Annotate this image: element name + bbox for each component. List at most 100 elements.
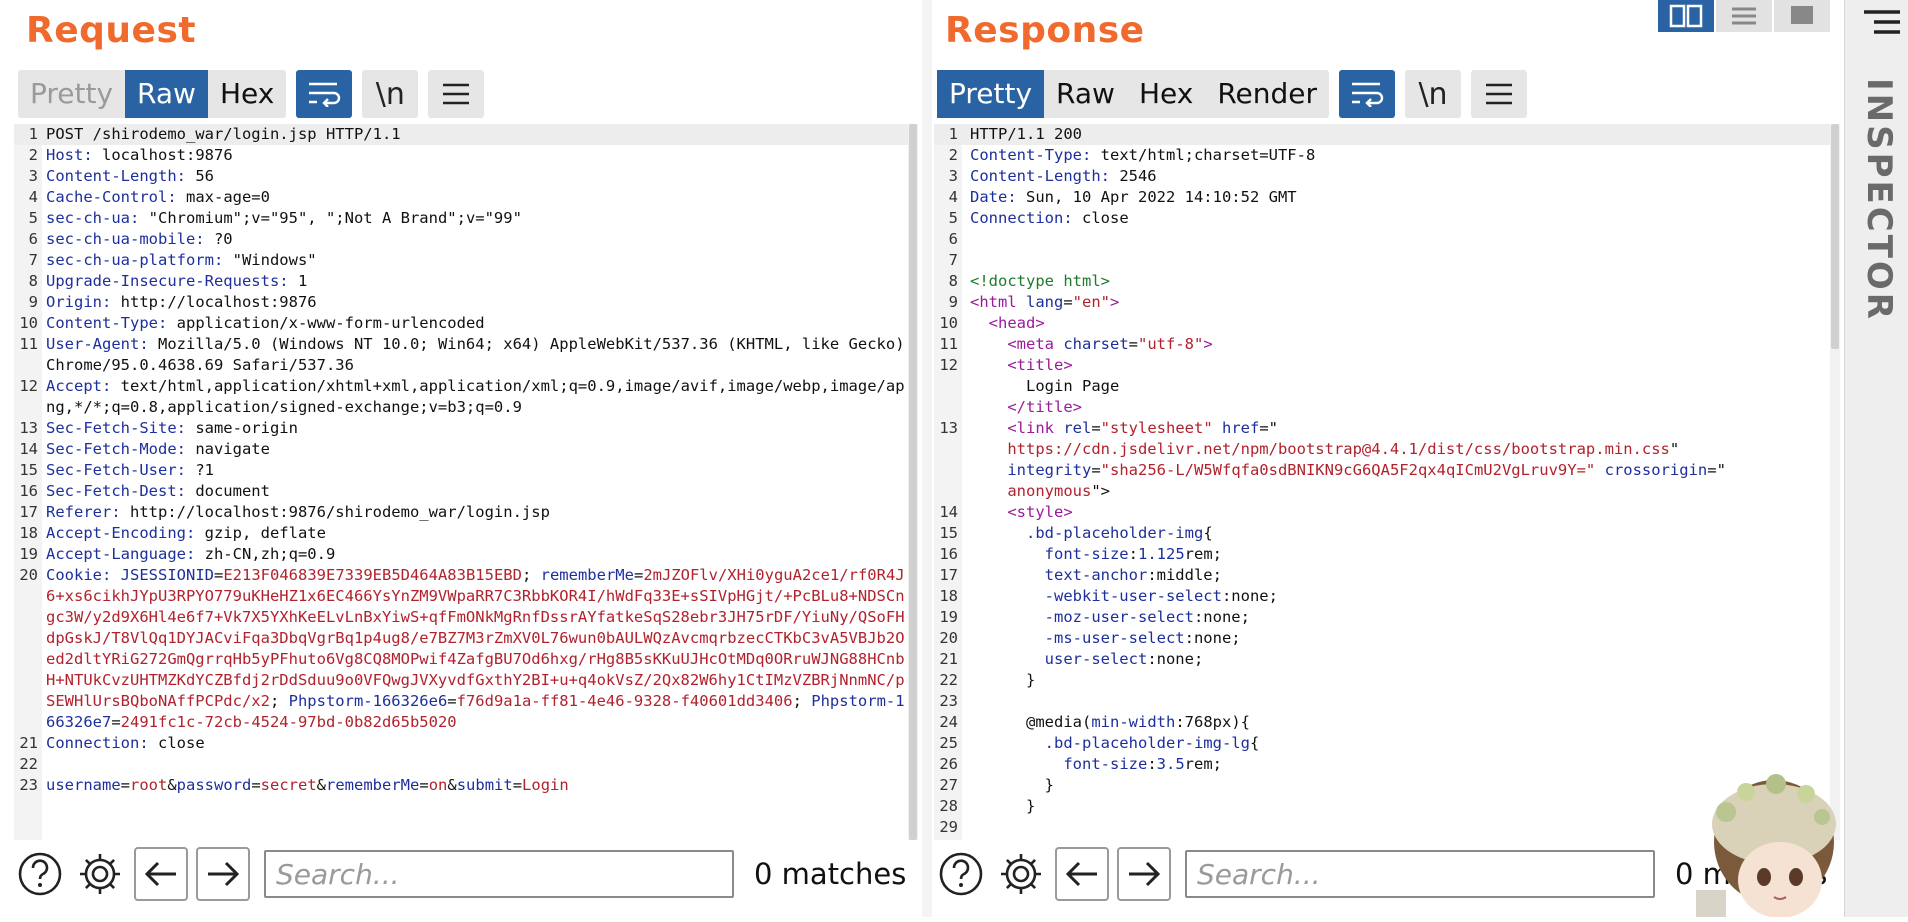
request-tab-raw[interactable]: Raw — [125, 70, 208, 118]
code-token: " — [1669, 440, 1680, 458]
code-line[interactable]: 7​ — [934, 250, 1830, 271]
code-line[interactable]: 12 <title> — [934, 355, 1830, 376]
request-editor[interactable]: 1 POST /shirodemo_war/login.jsp HTTP/1.1 2… — [14, 124, 909, 840]
code-line[interactable]: 5 sec-ch-ua: "Chromium";v="95", ";Not A B… — [14, 208, 909, 229]
inspector-menu-button[interactable] — [1862, 8, 1902, 47]
request-search-input[interactable] — [264, 850, 734, 898]
code-text: Content-Type: text/html;charset=UTF-8 — [970, 145, 1830, 166]
code-line[interactable]: 3 Content-Length: 2546 — [934, 166, 1830, 187]
response-prev-match-button[interactable] — [1055, 847, 1109, 901]
code-line[interactable]: 4 Date: Sun, 10 Apr 2022 14:10:52 GMT — [934, 187, 1830, 208]
code-line[interactable]: 10 <head> — [934, 313, 1830, 334]
response-tab-pretty[interactable]: Pretty — [937, 70, 1045, 118]
code-line[interactable]: 21 Connection: close — [14, 733, 909, 754]
inspector-panel[interactable]: INSPECTOR — [1844, 0, 1908, 917]
inspector-label[interactable]: INSPECTOR — [1859, 78, 1899, 322]
code-line[interactable]: 14 Sec-Fetch-Mode: navigate — [14, 439, 909, 460]
layout-tabbed-button[interactable] — [1774, 0, 1830, 32]
response-settings-button[interactable] — [995, 848, 1047, 900]
code-line[interactable]: 15 .bd-placeholder-img{ — [934, 523, 1830, 544]
response-newline-button[interactable]: \n — [1405, 70, 1461, 118]
code-line[interactable]: 16 font-size:1.125rem; — [934, 544, 1830, 565]
request-tab-hex[interactable]: Hex — [208, 70, 286, 118]
request-tab-pretty[interactable]: Pretty — [18, 70, 125, 118]
response-editor[interactable]: 1 HTTP/1.1 200 2 Content-Type: text/html;ch… — [934, 124, 1830, 840]
code-line[interactable]: 14 <style> — [934, 502, 1830, 523]
code-line[interactable]: 18 -webkit-user-select:none; — [934, 586, 1830, 607]
request-scrollbar[interactable] — [908, 124, 918, 840]
code-line[interactable]: 13 <link rel="stylesheet" href=" — [934, 418, 1830, 439]
request-next-match-button[interactable] — [196, 847, 250, 901]
code-token: } — [970, 671, 1036, 689]
code-line[interactable]: 18 Accept-Encoding: gzip, deflate — [14, 523, 909, 544]
code-line[interactable]: 5 Connection: close — [934, 208, 1830, 229]
code-line[interactable]: 16 Sec-Fetch-Dest: document — [14, 481, 909, 502]
response-search-input[interactable] — [1185, 850, 1655, 898]
code-line[interactable]: anonymous"> — [934, 481, 1830, 502]
response-tab-hex[interactable]: Hex — [1127, 70, 1205, 118]
code-line[interactable]: 12 Accept: text/html,application/xhtml+xm… — [14, 376, 909, 418]
code-line[interactable]: 23 ​ — [934, 691, 1830, 712]
code-line[interactable]: 2 Content-Type: text/html;charset=UTF-8 — [934, 145, 1830, 166]
code-line[interactable]: 8 Upgrade-Insecure-Requests: 1 — [14, 271, 909, 292]
code-line[interactable]: Login Page — [934, 376, 1830, 397]
code-token: <style> — [1007, 503, 1073, 521]
request-menu-button[interactable] — [428, 70, 485, 118]
code-token: Referer: — [46, 503, 121, 521]
code-token: & — [167, 776, 177, 794]
code-line[interactable]: 9 Origin: http://localhost:9876 — [14, 292, 909, 313]
response-tab-raw[interactable]: Raw — [1044, 70, 1127, 118]
code-line[interactable]: 15 Sec-Fetch-User: ?1 — [14, 460, 909, 481]
response-wrap-lines-button[interactable] — [1339, 70, 1395, 118]
pane-divider[interactable] — [922, 0, 932, 917]
code-line[interactable]: 25 .bd-placeholder-img-lg{ — [934, 733, 1830, 754]
code-line[interactable]: 11 User-Agent: Mozilla/5.0 (Windows NT 10… — [14, 334, 909, 376]
layout-side-by-side-button[interactable] — [1658, 0, 1714, 32]
code-line[interactable]: 1 POST /shirodemo_war/login.jsp HTTP/1.1 — [14, 124, 909, 145]
response-scrollbar[interactable] — [1830, 124, 1840, 840]
response-scroll-thumb[interactable] — [1831, 124, 1839, 349]
code-token: anonymous — [970, 482, 1092, 500]
code-line[interactable]: 17 Referer: http://localhost:9876/shirode… — [14, 502, 909, 523]
code-line[interactable]: 19 Accept-Language: zh-CN,zh;q=0.9 — [14, 544, 909, 565]
response-tab-render[interactable]: Render — [1205, 70, 1329, 118]
code-line[interactable]: integrity="sha256-L/W5Wfqfa0sdBNIKN9cG6Q… — [934, 460, 1830, 481]
request-help-button[interactable] — [14, 848, 66, 900]
request-wrap-lines-button[interactable] — [296, 70, 353, 118]
code-line[interactable]: 19 -moz-user-select:none; — [934, 607, 1830, 628]
code-line[interactable]: 10 Content-Type: application/x-www-form-u… — [14, 313, 909, 334]
code-line[interactable]: 1 HTTP/1.1 200 — [934, 124, 1830, 145]
code-line[interactable]: 8 <!doctype html> — [934, 271, 1830, 292]
code-text: Origin: http://localhost:9876 — [46, 292, 905, 313]
code-line[interactable]: 11 <meta charset="utf-8"> — [934, 334, 1830, 355]
code-line[interactable]: 20 Cookie: JSESSIONID=E213F046839E7339EB5… — [14, 565, 909, 733]
response-help-button[interactable] — [935, 848, 987, 900]
code-line[interactable]: 22 } — [934, 670, 1830, 691]
code-line[interactable]: 7 sec-ch-ua-platform: "Windows" — [14, 250, 909, 271]
response-next-match-button[interactable] — [1117, 847, 1171, 901]
request-settings-button[interactable] — [74, 848, 126, 900]
code-line[interactable]: https://cdn.jsdelivr.net/npm/bootstrap@4… — [934, 439, 1830, 460]
code-line[interactable]: 2 Host: localhost:9876 — [14, 145, 909, 166]
layout-stacked-button[interactable] — [1716, 0, 1772, 32]
line-number: 21 — [19, 734, 38, 752]
code-line[interactable]: </title> — [934, 397, 1830, 418]
code-line[interactable]: 6​ — [934, 229, 1830, 250]
code-line[interactable]: 20 -ms-user-select:none; — [934, 628, 1830, 649]
request-prev-match-button[interactable] — [134, 847, 188, 901]
response-menu-button[interactable] — [1471, 70, 1527, 118]
code-line[interactable]: 9 <html lang="en"> — [934, 292, 1830, 313]
code-line[interactable]: 23 username=root&password=secret&remember… — [14, 775, 909, 796]
code-line[interactable]: 3 Content-Length: 56 — [14, 166, 909, 187]
request-scroll-thumb[interactable] — [909, 124, 917, 840]
code-line[interactable]: 13 Sec-Fetch-Site: same-origin — [14, 418, 909, 439]
code-line[interactable]: 4 Cache-Control: max-age=0 — [14, 187, 909, 208]
code-line[interactable]: 6 sec-ch-ua-mobile: ?0 — [14, 229, 909, 250]
line-number: 12 — [939, 356, 958, 374]
code-line[interactable]: 22 ​ — [14, 754, 909, 775]
code-line[interactable]: 17 text-anchor:middle; — [934, 565, 1830, 586]
request-newline-button[interactable]: \n — [362, 70, 419, 118]
code-line[interactable]: 24 @media(min-width:768px){ — [934, 712, 1830, 733]
code-line[interactable]: 21 user-select:none; — [934, 649, 1830, 670]
